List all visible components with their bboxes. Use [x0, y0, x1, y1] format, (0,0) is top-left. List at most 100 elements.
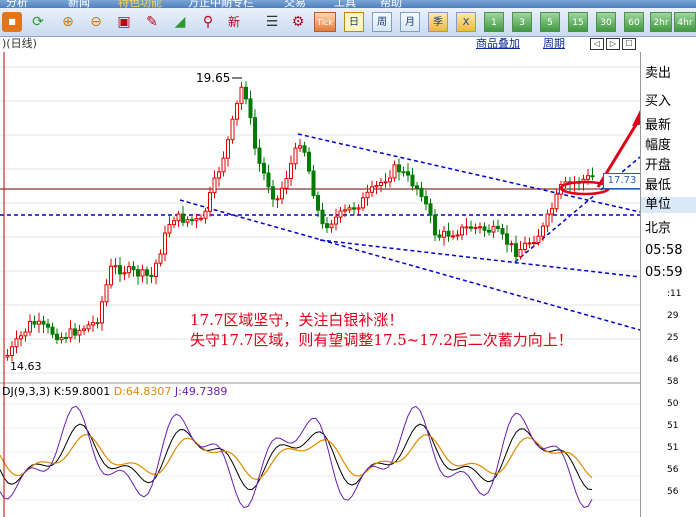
menu-tools[interactable]: 工具 [334, 0, 356, 8]
minute-3-button[interactable]: 3 [512, 12, 532, 32]
candle-body [410, 174, 415, 187]
latest-label: 最新 [645, 118, 672, 133]
home-icon[interactable]: ■ [2, 12, 22, 32]
forward-icon[interactable]: ▷ [606, 38, 620, 50]
menu-column[interactable]: 万正中期专栏 [188, 0, 254, 8]
candle-body [406, 171, 410, 176]
candle-body [518, 249, 523, 257]
candle-body [311, 170, 316, 197]
minute-30-button[interactable]: 30 [596, 12, 616, 32]
candle-body [28, 320, 32, 333]
menu-trade[interactable]: 交易 [284, 0, 306, 8]
candle-body [226, 139, 230, 159]
menu-help[interactable]: 帮助 [380, 0, 402, 8]
candle-body [230, 118, 235, 141]
kdj-k-value: K:59.8001 [53, 385, 111, 398]
annotation-line-2: 失守17.7区域，则有望调整17.5~17.2后二次蓄力向上！ [190, 331, 573, 349]
candle-body [181, 213, 185, 223]
candle-body [482, 226, 487, 231]
candle-body [590, 175, 595, 178]
candle-body [149, 274, 154, 278]
period-month-button[interactable]: 月 [400, 12, 420, 32]
candle-body [14, 338, 19, 348]
menu-features[interactable]: 特色功能 [118, 0, 162, 8]
candle-body [532, 241, 536, 244]
candle-body [545, 213, 550, 227]
candle-body [496, 225, 500, 230]
candle-body [163, 232, 167, 255]
chart-tool-icon[interactable]: ◢ [170, 12, 190, 32]
period-week-button[interactable]: 周 [372, 12, 392, 32]
chart-title: )(日线) [2, 37, 37, 50]
sell-label[interactable]: 卖出 [645, 66, 671, 82]
period-day-button[interactable]: 日 [344, 12, 364, 32]
resistance-trendline [297, 133, 640, 213]
price-chart[interactable]: 19.65 14.63 [0, 52, 640, 517]
candle-body [127, 266, 131, 274]
candle-body [320, 209, 325, 225]
candle-body [23, 331, 28, 337]
candle-body [397, 164, 401, 173]
period-year-button[interactable]: X [456, 12, 476, 32]
candle-body [424, 196, 428, 205]
candle-body [262, 162, 266, 174]
menu-bar: 分析 新闻 特色功能 万正中期专栏 交易 工具 帮助 [0, 0, 696, 8]
buy-label[interactable]: 买入 [645, 94, 671, 110]
zoom-in-icon[interactable]: ⊕ [58, 12, 78, 32]
candle-body [46, 323, 50, 328]
candle-body [356, 207, 361, 210]
candle-body [505, 233, 509, 245]
candle-body [266, 172, 271, 188]
menu-analysis[interactable]: 分析 [6, 0, 28, 8]
candle-body [388, 177, 392, 183]
candle-body [167, 224, 172, 234]
maximize-icon[interactable]: ☐ [622, 38, 636, 50]
pen-icon[interactable]: ✎ [142, 12, 162, 32]
candle-body [257, 147, 262, 164]
candle-body [221, 157, 226, 173]
period-link[interactable]: 周期 [543, 36, 565, 52]
hour-4-button[interactable]: 4hr [674, 12, 696, 32]
tick-row-10: 56 [667, 487, 679, 497]
filter-icon[interactable]: ⚲ [198, 12, 218, 32]
tick-row-1: :11 [667, 289, 682, 299]
candle-body [473, 226, 478, 229]
overlay-link[interactable]: 商品叠加 [476, 36, 520, 52]
indicator-icon[interactable]: ⚙ [288, 12, 308, 32]
period-season-button[interactable]: 季 [428, 12, 448, 32]
list-icon[interactable]: ☰ [262, 12, 282, 32]
candle-body [176, 213, 181, 222]
candle-body [86, 324, 91, 330]
candle-body [50, 326, 55, 335]
time-2: 05:59 [645, 265, 683, 280]
tick-button[interactable]: Tick [314, 12, 336, 32]
candle-body [347, 207, 352, 211]
unit-label[interactable]: 单位 [641, 197, 696, 213]
back-icon[interactable]: ◁ [590, 38, 604, 50]
candle-body [433, 214, 437, 236]
minute-60-button[interactable]: 60 [624, 12, 644, 32]
candle-body [464, 226, 469, 229]
minute-5-button[interactable]: 5 [540, 12, 560, 32]
candle-body [401, 171, 406, 174]
refresh-icon[interactable]: ⟳ [28, 12, 48, 32]
minute-1-button[interactable]: 1 [484, 12, 504, 32]
candle-body [325, 223, 329, 229]
candle-body [361, 197, 365, 209]
candle-body [514, 243, 518, 257]
candle-body [383, 181, 388, 184]
candle-body [455, 234, 460, 237]
candle-body [235, 103, 239, 120]
menu-news[interactable]: 新闻 [68, 0, 90, 8]
candle-body [523, 242, 527, 251]
candle-body [437, 234, 442, 238]
window-icon[interactable]: ▣ [114, 12, 134, 32]
candle-body [217, 171, 221, 179]
minute-15-button[interactable]: 15 [568, 12, 588, 32]
zoom-out-icon[interactable]: ⊖ [86, 12, 106, 32]
candle-body [55, 333, 59, 341]
hour-2-button[interactable]: 2hr [650, 12, 672, 32]
time-1: 05:58 [645, 243, 683, 258]
candle-body [307, 151, 311, 172]
news-icon[interactable]: 新 [224, 12, 244, 32]
